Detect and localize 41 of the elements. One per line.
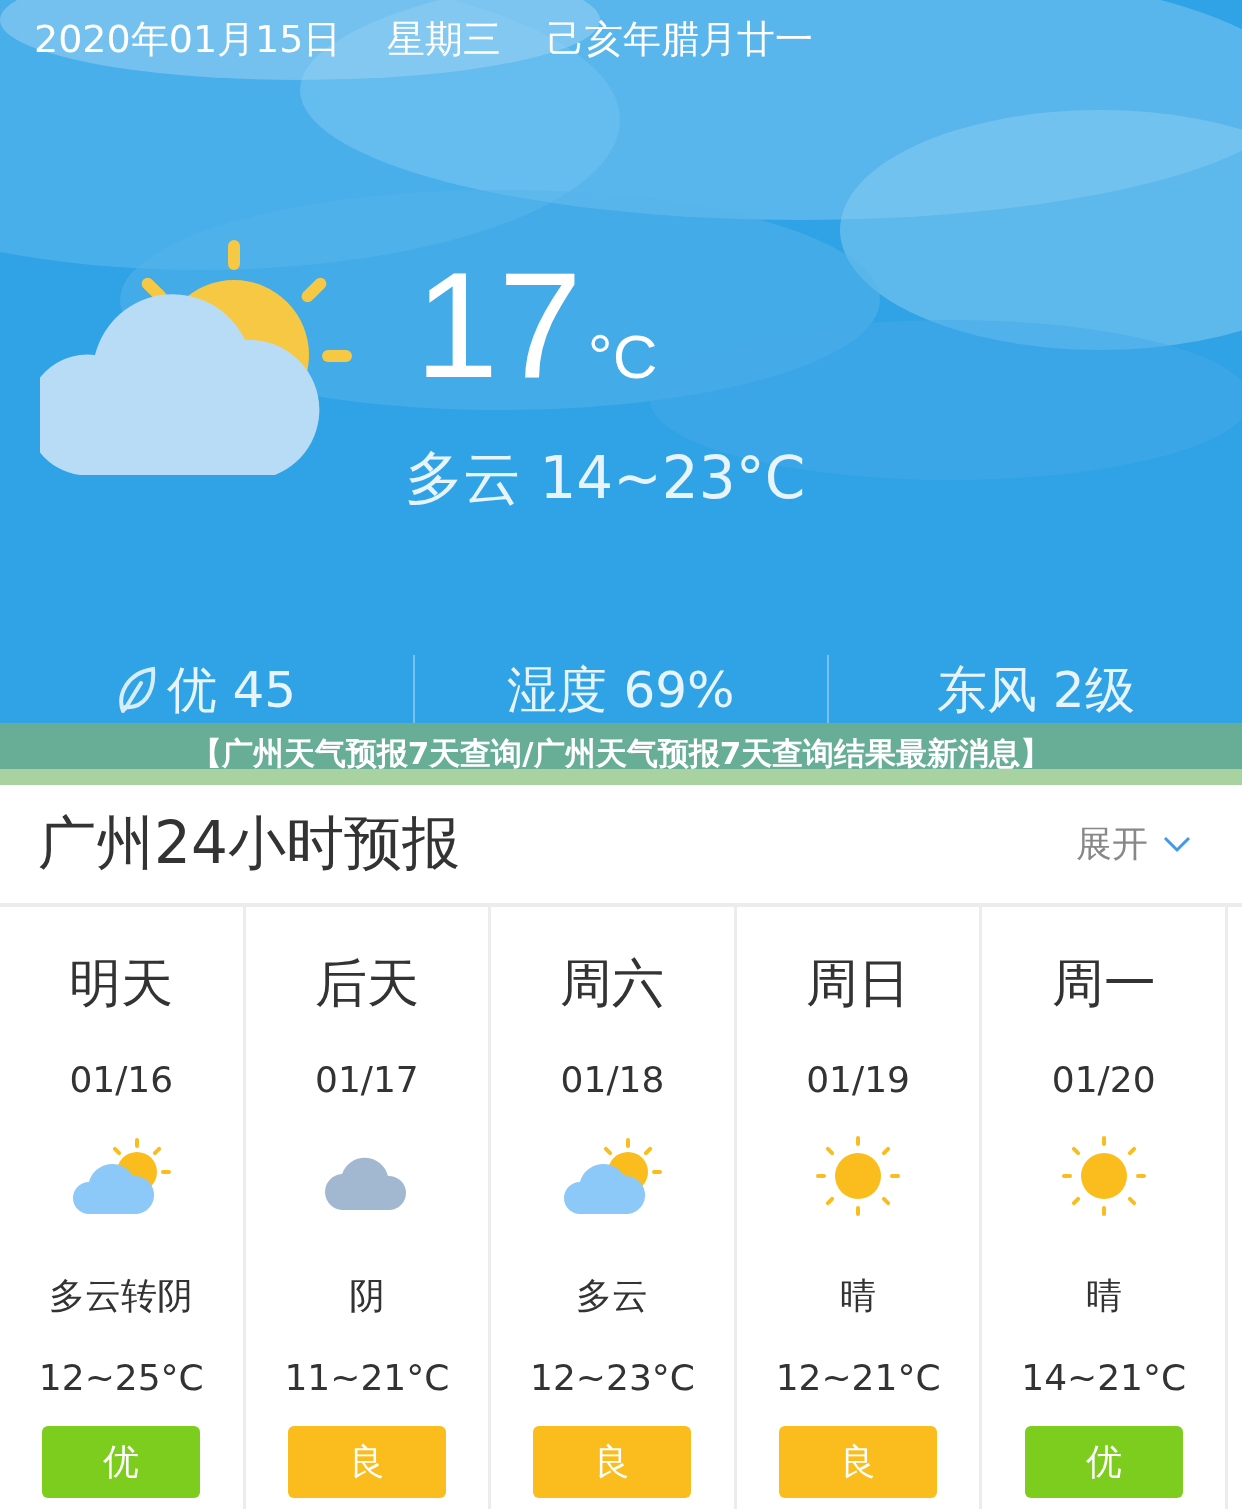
temperature-range: 12~25°C: [38, 1357, 204, 1398]
air-quality-badge: 优: [1024, 1426, 1183, 1498]
stat-text: 东风 2级: [936, 659, 1135, 721]
weekday-text: 星期三: [387, 16, 502, 63]
partly-cloudy-icon: [562, 1136, 663, 1216]
temperature-range: 12~23°C: [530, 1357, 695, 1398]
stat-text: 优 45: [166, 659, 297, 721]
leaf-icon: [116, 665, 157, 715]
air-quality-badge: 优: [42, 1426, 201, 1498]
day-label: 明天: [69, 952, 174, 1015]
expand-button[interactable]: 展开: [1076, 819, 1192, 869]
weather-text: 阴: [348, 1274, 385, 1318]
day-label: 周六: [560, 952, 665, 1015]
title-banner: 【广州天气预报7天查询/广州天气预报7天查询结果最新消息】: [0, 723, 1242, 785]
air-quality-badge: 良: [779, 1426, 938, 1498]
weather-text: 多云转阴: [49, 1274, 194, 1318]
stat-text: 湿度 69%: [507, 659, 735, 721]
partly-cloudy-icon: [71, 1136, 172, 1216]
unit-text: °C: [587, 321, 658, 392]
date-label: 01/17: [315, 1059, 419, 1100]
weather-text: 多云: [576, 1274, 649, 1318]
date-label: 01/16: [69, 1059, 174, 1100]
temperature-range: 12~21°C: [775, 1357, 941, 1398]
date-label: 01/19: [806, 1059, 910, 1100]
day-label: 周一: [1051, 952, 1156, 1015]
temperature-text: 17: [415, 250, 582, 400]
air-quality-badge: 良: [287, 1426, 446, 1498]
date-label: 01/18: [560, 1059, 665, 1100]
chevron-icon: [1162, 834, 1192, 854]
air-quality-badge: 良: [533, 1426, 692, 1498]
condition-text: 多云 14~23°C: [405, 443, 806, 514]
day-label: 周日: [806, 952, 911, 1015]
temperature-range: 11~21°C: [284, 1357, 450, 1398]
lunar-date-text: 己亥年腊月廿一: [547, 16, 814, 63]
section-title: 广州24小时预报: [38, 808, 460, 879]
weather-text: 晴: [840, 1274, 877, 1318]
weather-text: 晴: [1085, 1274, 1122, 1318]
date-label: 01/20: [1051, 1059, 1156, 1100]
day-label: 后天: [314, 952, 419, 1015]
temperature-range: 14~21°C: [1021, 1357, 1187, 1398]
date-text: 2020年01月15日: [34, 16, 342, 63]
